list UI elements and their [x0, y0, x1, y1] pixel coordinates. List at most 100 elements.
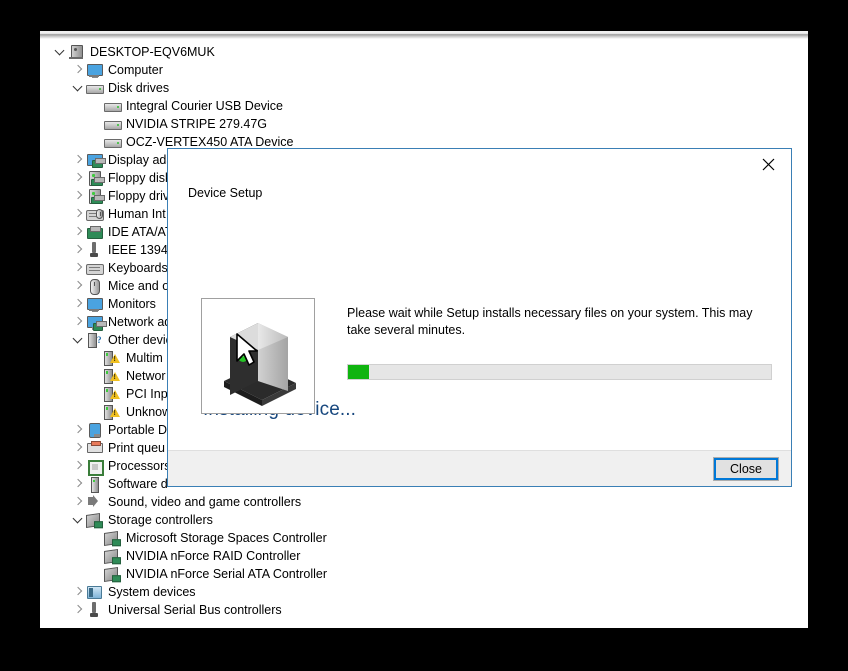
tree-item[interactable]: Computer — [40, 61, 808, 79]
chevron-right-icon[interactable] — [70, 241, 86, 259]
storage-controller-icon — [104, 548, 120, 564]
warning-device-icon — [104, 350, 120, 366]
tree-item[interactable]: Microsoft Storage Spaces Controller — [40, 529, 808, 547]
floppy-icon — [86, 170, 105, 186]
tree-item-label: NVIDIA nForce RAID Controller — [126, 549, 301, 563]
system-device-icon — [86, 584, 102, 600]
tree-item-label: Sound, video and game controllers — [108, 495, 302, 509]
chevron-right-icon[interactable] — [70, 457, 86, 475]
tree-item-label: Network ad — [108, 315, 172, 329]
tree-item-label: Networ — [126, 369, 166, 383]
tree-item-label: PCI Inp — [126, 387, 168, 401]
tree-item[interactable]: Integral Courier USB Device — [40, 97, 808, 115]
software-device-icon — [86, 476, 102, 493]
storage-controller-icon — [104, 566, 120, 582]
chevron-right-icon[interactable] — [70, 601, 86, 619]
chevron-right-icon[interactable] — [70, 169, 86, 187]
disk-icon — [104, 134, 122, 150]
printer-icon — [86, 440, 103, 456]
screen-root: DESKTOP-EQV6MUK Computer Disk drives Integr… — [0, 0, 848, 671]
dialog-paragraph: Please wait while Setup installs necessa… — [347, 306, 753, 337]
tree-item-label: System devices — [108, 585, 196, 599]
device-setup-dialog: Device Setup Installing device... — [167, 148, 792, 487]
chevron-right-icon[interactable] — [70, 583, 86, 601]
warning-device-icon — [104, 404, 120, 420]
progress-fill — [348, 365, 370, 379]
close-icon[interactable] — [746, 149, 791, 179]
tree-item-label: NVIDIA nForce Serial ATA Controller — [126, 567, 328, 581]
tree-item[interactable]: NVIDIA STRIPE 279.47G — [40, 115, 808, 133]
install-progress-bar — [347, 364, 772, 380]
tree-item-label: Floppy disk — [108, 171, 172, 185]
tree-item[interactable]: Storage controllers — [40, 511, 808, 529]
chevron-right-icon[interactable] — [70, 493, 86, 511]
chevron-right-icon[interactable] — [70, 313, 86, 331]
processor-icon — [86, 458, 104, 476]
display-adapter-icon — [86, 152, 106, 168]
chevron-right-icon[interactable] — [70, 475, 86, 493]
chevron-down-icon[interactable] — [52, 43, 68, 61]
chevron-right-icon[interactable] — [70, 205, 86, 223]
monitor-icon — [86, 296, 103, 312]
disk-icon — [104, 98, 122, 114]
chevron-right-icon[interactable] — [70, 223, 86, 241]
tree-item[interactable]: System devices — [40, 583, 808, 601]
chevron-down-icon[interactable] — [70, 331, 86, 349]
chevron-right-icon[interactable] — [70, 61, 86, 79]
usb-icon — [86, 602, 102, 618]
dialog-app-title: Device Setup — [188, 186, 263, 200]
chevron-right-icon[interactable] — [70, 277, 86, 295]
dialog-text-column: Please wait while Setup installs necessa… — [347, 298, 772, 414]
storage-controller-icon — [86, 512, 102, 528]
tree-item[interactable]: DESKTOP-EQV6MUK — [40, 43, 808, 61]
mouse-icon — [86, 278, 102, 295]
tree-item-label: Universal Serial Bus controllers — [108, 603, 282, 617]
tree-item[interactable]: NVIDIA nForce RAID Controller — [40, 547, 808, 565]
firewire-icon — [86, 242, 102, 258]
tree-item[interactable]: Universal Serial Bus controllers — [40, 601, 808, 619]
chevron-right-icon[interactable] — [70, 259, 86, 277]
speaker-icon — [86, 494, 102, 510]
chevron-right-icon[interactable] — [70, 187, 86, 205]
tree-item-label: Portable D — [108, 423, 168, 437]
tree-item-label: Monitors — [108, 297, 156, 311]
tree-item-label: Floppy driv — [108, 189, 170, 203]
tree-item-label: DESKTOP-EQV6MUK — [90, 45, 215, 59]
tree-item-label: Multim — [126, 351, 163, 365]
portable-device-icon — [86, 422, 102, 438]
monitor-icon — [86, 62, 103, 78]
tree-item-label: Other devic — [108, 333, 172, 347]
tree-item-label: Print queu — [108, 441, 165, 455]
tree-item-label: Integral Courier USB Device — [126, 99, 284, 113]
chevron-right-icon[interactable] — [70, 439, 86, 457]
close-button[interactable]: Close — [713, 457, 779, 481]
tree-item-label: Mice and o — [108, 279, 170, 293]
dialog-footer: Close — [168, 450, 791, 486]
ide-controller-icon — [86, 224, 103, 240]
floppy-icon — [86, 188, 105, 204]
storage-controller-icon — [104, 530, 120, 546]
toolbar-strip — [40, 31, 808, 39]
network-adapter-icon — [86, 314, 107, 331]
tree-item-label: Human Int — [108, 207, 166, 221]
tree-item-label: Storage controllers — [108, 513, 213, 527]
dialog-title-bar — [168, 149, 791, 181]
chevron-right-icon[interactable] — [70, 295, 86, 313]
chevron-right-icon[interactable] — [70, 151, 86, 169]
chevron-down-icon[interactable] — [70, 79, 86, 97]
tree-item[interactable]: Disk drives — [40, 79, 808, 97]
hid-icon — [86, 206, 104, 222]
computer-network-icon — [68, 44, 84, 60]
chevron-down-icon[interactable] — [70, 511, 86, 529]
device-tower-icon — [201, 298, 315, 414]
tree-item[interactable]: Sound, video and game controllers — [40, 493, 808, 511]
tree-item[interactable]: NVIDIA nForce Serial ATA Controller — [40, 565, 808, 583]
dialog-body: Please wait while Setup installs necessa… — [201, 298, 772, 414]
chevron-right-icon[interactable] — [70, 421, 86, 439]
